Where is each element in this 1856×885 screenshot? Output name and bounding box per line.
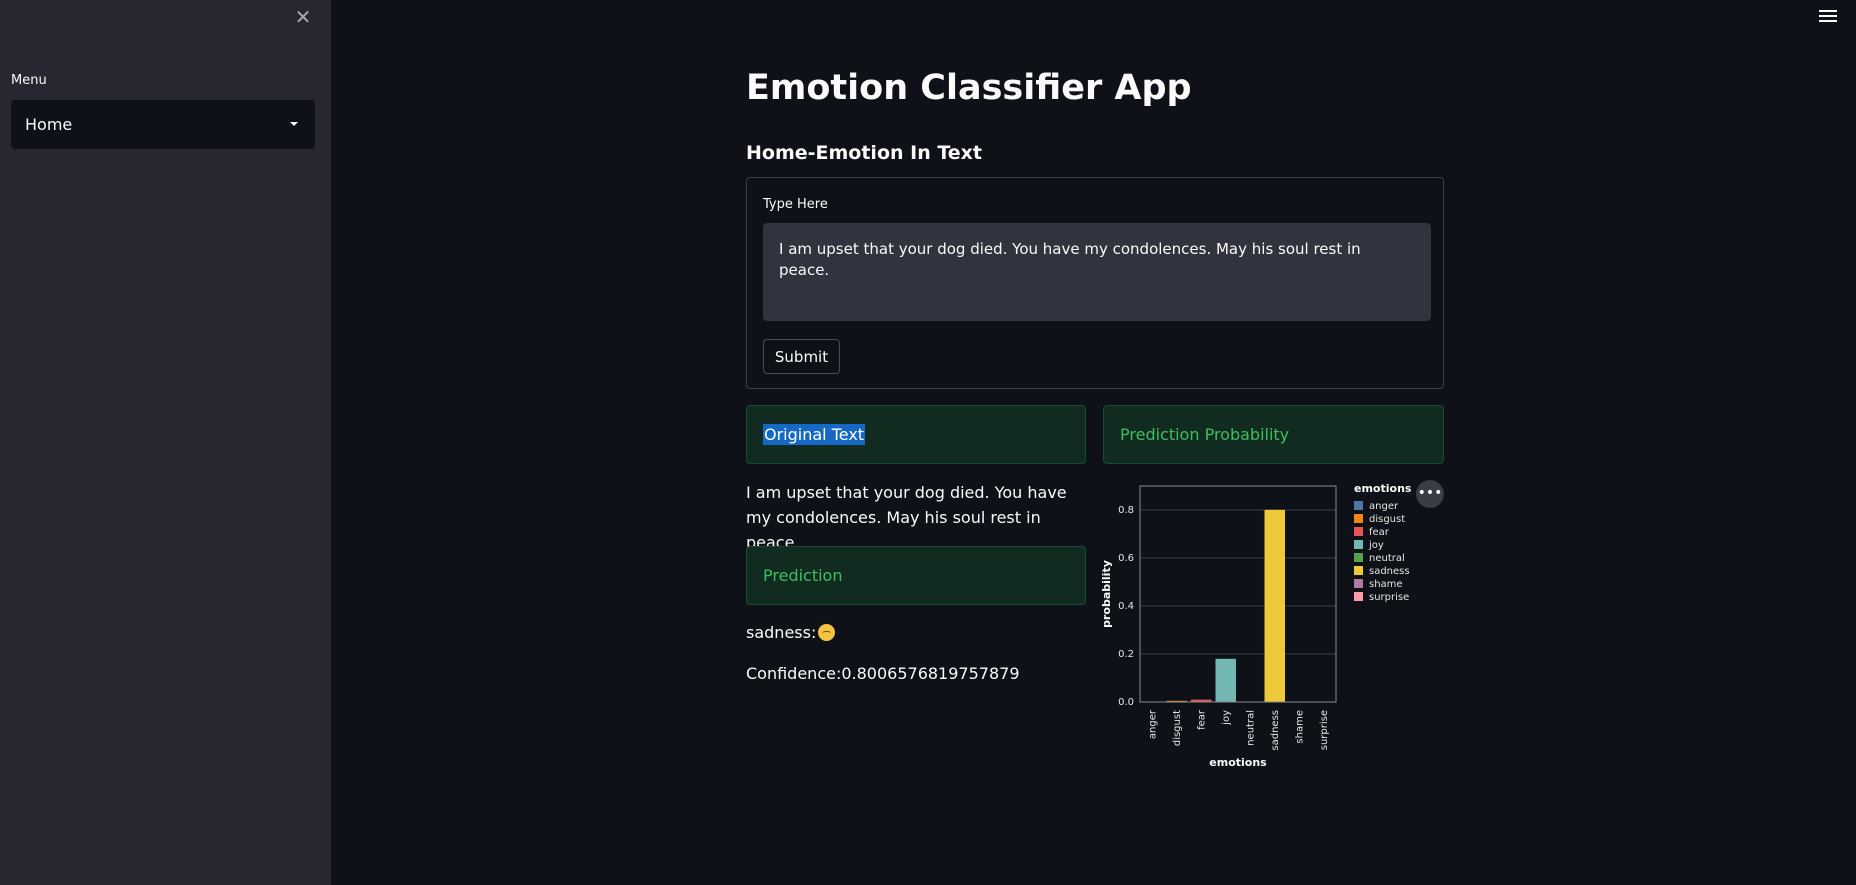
menu-select-value: Home (25, 115, 73, 134)
legend-label: sadness (1369, 566, 1410, 577)
prediction-probability-header: Prediction Probability (1103, 405, 1444, 464)
y-tick-label: 0.8 (1118, 505, 1134, 516)
plot-frame (1139, 485, 1337, 703)
probability-chart-svg: 0.0 0.2 0.4 0.6 0.8 anger disgust fear joy neutra… (1100, 482, 1412, 769)
legend-swatch (1354, 540, 1363, 549)
chevron-down-icon (290, 122, 298, 126)
legend-label: fear (1369, 527, 1390, 538)
legend-label: disgust (1369, 514, 1405, 525)
close-icon[interactable]: ✕ (292, 6, 314, 28)
prediction-result: sadness: (746, 621, 836, 646)
prediction-header-label: Prediction (763, 566, 843, 585)
x-tick-label: neutral (1245, 710, 1256, 746)
legend-swatch (1354, 579, 1363, 588)
legend-swatch (1354, 514, 1363, 523)
legend-swatch (1354, 527, 1363, 536)
prediction-header: Prediction (746, 546, 1086, 605)
bar-joy (1215, 658, 1236, 702)
x-tick-label: joy (1221, 710, 1232, 726)
sidebar: ✕ Menu Home (0, 0, 331, 885)
legend-label: shame (1369, 579, 1403, 590)
legend-swatch (1354, 501, 1363, 510)
page-subtitle: Home-Emotion In Text (746, 142, 983, 164)
input-label: Type Here (763, 197, 828, 212)
legend-label: surprise (1369, 592, 1409, 603)
y-tick-label: 0.2 (1118, 649, 1134, 660)
legend-swatch (1354, 566, 1363, 575)
page-title: Emotion Classifier App (746, 68, 1192, 108)
legend-title: emotions (1354, 482, 1412, 495)
original-text: I am upset that your dog died. You have … (746, 483, 1067, 552)
original-text-header-label: Original Text (763, 424, 866, 445)
confidence-text: Confidence:0.8006576819757879 (746, 664, 1020, 683)
bar-sadness (1264, 509, 1285, 702)
legend-swatch (1354, 592, 1363, 601)
text-input[interactable]: I am upset that your dog died. You have … (763, 223, 1431, 321)
menu-select[interactable]: Home (11, 100, 315, 149)
probability-chart: 0.0 0.2 0.4 0.6 0.8 anger disgust fear joy neutra… (1098, 478, 1448, 769)
prediction-label: sadness: (746, 623, 817, 642)
x-tick-label: surprise (1319, 710, 1330, 750)
more-options-icon[interactable]: ••• (1416, 480, 1444, 508)
x-axis-title: emotions (1209, 756, 1267, 768)
submit-button[interactable]: Submit (763, 339, 840, 374)
legend-swatch (1354, 553, 1363, 562)
y-tick-label: 0.0 (1118, 697, 1134, 708)
legend-label: joy (1368, 540, 1384, 551)
pensive-face-icon (818, 624, 836, 641)
legend-label: anger (1369, 501, 1399, 512)
x-tick-label: anger (1147, 709, 1158, 739)
x-tick-label: sadness (1270, 710, 1281, 751)
x-tick-label: shame (1294, 710, 1305, 744)
menu-label: Menu (11, 73, 47, 88)
original-text-header: Original Text (746, 405, 1086, 464)
x-tick-label: disgust (1172, 710, 1183, 746)
y-tick-label: 0.6 (1118, 553, 1134, 564)
text-form: Type Here I am upset that your dog died.… (746, 177, 1444, 389)
x-tick-label: fear (1196, 709, 1207, 730)
y-tick-label: 0.4 (1118, 601, 1134, 612)
prediction-probability-label: Prediction Probability (1120, 425, 1290, 444)
legend-label: neutral (1369, 553, 1405, 564)
hamburger-icon[interactable] (1819, 10, 1837, 26)
y-axis-title: probability (1100, 560, 1113, 628)
